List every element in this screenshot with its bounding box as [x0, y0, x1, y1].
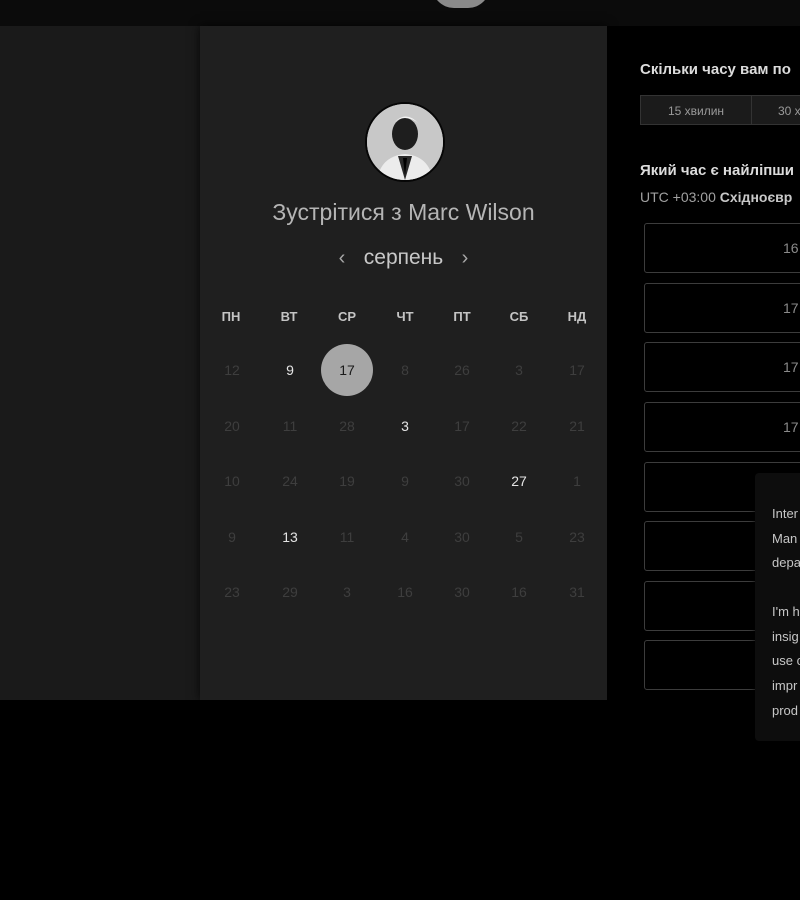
calendar-day: 17 [454, 418, 470, 434]
calendar-day: 23 [224, 584, 240, 600]
calendar-day: 8 [401, 362, 409, 378]
calendar-day[interactable]: 13 [264, 511, 316, 563]
calendar-day: 22 [511, 418, 527, 434]
calendar-day-selected[interactable]: 17 [321, 344, 373, 396]
tooltip-text-line: use c [772, 653, 800, 668]
timezone-offset: UTC +03:00 [640, 189, 716, 205]
calendar-day: 11 [339, 529, 355, 545]
tooltip-text-line: insig [772, 629, 799, 644]
calendar-day: 5 [515, 529, 523, 545]
chevron-right-icon[interactable]: › [454, 247, 477, 270]
calendar-day[interactable]: 3 [379, 400, 431, 452]
time-slot-label: 17 [783, 359, 799, 375]
weekday-header: ПН ВТ СР ЧТ ПТ СБ НД [200, 309, 607, 329]
time-slot-button[interactable]: 17 [644, 283, 800, 333]
calendar-day: 24 [282, 473, 298, 489]
calendar-day: 30 [454, 473, 470, 489]
page-backdrop [0, 26, 200, 700]
time-slot-button[interactable]: 16 [644, 223, 800, 273]
duration-options: 15 хвилин 30 х [640, 95, 800, 126]
calendar-day: 21 [569, 418, 585, 434]
weekday-label: ПТ [453, 309, 471, 324]
time-slot-button[interactable]: 17 [644, 402, 800, 452]
weekday-label: СР [337, 309, 357, 324]
calendar-day: 23 [569, 529, 585, 545]
brand-logo [432, 0, 490, 8]
calendar-panel: Зустрітися з Marc Wilson ‹ серпень › ПН В… [200, 26, 607, 700]
calendar-day: 20 [224, 418, 240, 434]
time-question: Який час є найліпши [640, 162, 795, 179]
calendar-day: 10 [224, 473, 240, 489]
tooltip-text-line: Inter [772, 506, 799, 521]
calendar-day: 17 [569, 362, 585, 378]
time-slot-label: 17 [783, 419, 799, 435]
person-avatar-icon [367, 104, 443, 180]
month-navigation: ‹ серпень › [200, 246, 607, 276]
tooltip-text-line: prod [772, 703, 799, 718]
calendar-day: 9 [401, 473, 409, 489]
meeting-title: Зустрітися з Marc Wilson [272, 199, 535, 225]
calendar-day[interactable]: 27 [493, 455, 545, 507]
chevron-left-icon[interactable]: ‹ [331, 247, 354, 270]
time-slot-label: 17 [783, 300, 799, 316]
calendar-day: 12 [224, 362, 240, 378]
calendar-day: 3 [343, 584, 351, 600]
duration-option-30[interactable]: 30 х [751, 95, 800, 125]
month-label: серпень [363, 246, 444, 269]
calendar-day: 30 [454, 584, 470, 600]
weekday-label: ВТ [280, 309, 298, 324]
timezone-name[interactable]: Східноєвр [720, 189, 793, 205]
calendar-day: 1 [573, 473, 581, 489]
weekday-label: НД [567, 309, 587, 324]
weekday-label: СБ [509, 309, 529, 324]
calendar-day: 28 [339, 418, 355, 434]
tooltip-text-line: impr [772, 678, 798, 693]
time-slot-label: 16 [783, 240, 799, 256]
host-avatar [365, 102, 445, 182]
calendar-day: 16 [511, 584, 527, 600]
tooltip-text-line: depa [772, 555, 800, 570]
calendar-day[interactable]: 9 [264, 344, 316, 396]
tooltip-text-line: Man [772, 531, 798, 546]
calendar-day: 31 [569, 584, 585, 600]
calendar-day: 3 [515, 362, 523, 378]
time-slot-button[interactable]: 17 [644, 342, 800, 392]
calendar-day: 16 [397, 584, 413, 600]
duration-question: Скільки часу вам по [640, 61, 791, 78]
tooltip-text-line: I'm h [772, 604, 800, 619]
calendar-day: 30 [454, 529, 470, 545]
duration-option-15[interactable]: 15 хвилин [640, 95, 752, 125]
host-bio-tooltip: Inter Man depa I'm h insig use c impr prod [755, 473, 800, 741]
calendar-day: 9 [228, 529, 236, 545]
weekday-label: ПН [221, 309, 241, 324]
calendar-day: 19 [339, 473, 355, 489]
calendar-day: 11 [282, 418, 298, 434]
calendar-day: 29 [282, 584, 298, 600]
calendar-day: 26 [454, 362, 470, 378]
timezone-label: UTC +03:00 Східноєвр [640, 189, 792, 205]
top-bar [0, 0, 800, 26]
calendar-day: 4 [401, 529, 409, 545]
weekday-label: ЧТ [396, 309, 414, 324]
